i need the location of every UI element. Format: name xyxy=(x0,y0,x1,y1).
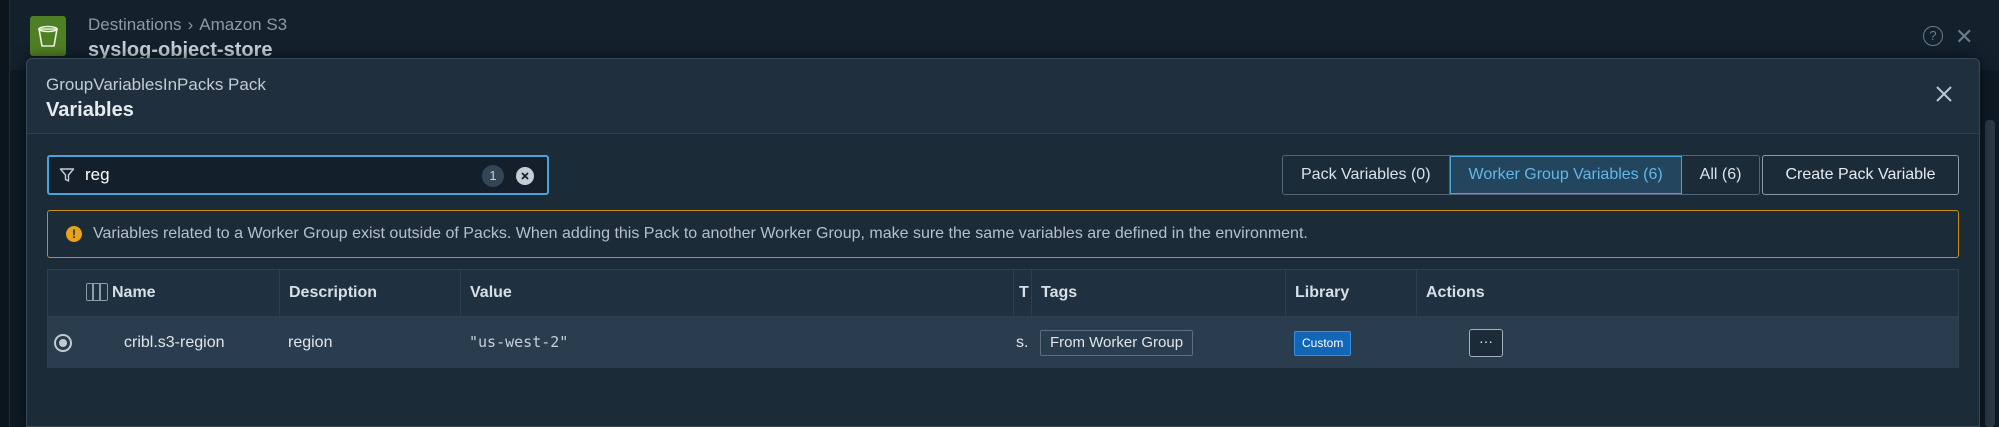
help-icon[interactable]: ? xyxy=(1923,26,1943,46)
clear-search-icon[interactable] xyxy=(516,167,534,185)
table-header: Name Description Value T Tags Library Ac… xyxy=(48,270,1958,317)
library-badge: Custom xyxy=(1294,331,1352,356)
table-row[interactable]: cribl.s3-region region "us-west-2" s. Fr… xyxy=(48,317,1958,368)
variables-table: Name Description Value T Tags Library Ac… xyxy=(47,269,1959,368)
breadcrumb-separator: › xyxy=(187,15,194,34)
match-count-badge: 1 xyxy=(482,165,504,187)
warning-banner: ! Variables related to a Worker Group ex… xyxy=(47,210,1959,258)
row-select-radio[interactable] xyxy=(54,334,72,352)
column-header-actions: Actions xyxy=(1416,270,1958,316)
search-filter: 1 xyxy=(47,155,549,195)
warning-text: Variables related to a Worker Group exis… xyxy=(93,225,1308,242)
background-sidebar xyxy=(0,0,10,427)
filter-icon xyxy=(59,167,75,188)
cell-value: "us-west-2" xyxy=(469,333,569,351)
modal-title: Variables xyxy=(46,99,134,121)
cell-description: region xyxy=(288,334,333,351)
variables-modal: GroupVariablesInPacks Pack Variables 1 P… xyxy=(26,58,1980,427)
create-pack-variable-button[interactable]: Create Pack Variable xyxy=(1762,155,1959,195)
breadcrumb-destinations[interactable]: Destinations xyxy=(88,15,182,34)
filter-worker-group-variables[interactable]: Worker Group Variables (6) xyxy=(1449,156,1682,194)
breadcrumb: Destinations › Amazon S3 xyxy=(88,15,287,35)
column-header-description[interactable]: Description xyxy=(279,270,460,316)
search-input[interactable] xyxy=(85,163,485,187)
variable-scope-filter: Pack Variables (0) Worker Group Variable… xyxy=(1282,155,1761,195)
column-header-library[interactable]: Library xyxy=(1285,270,1416,316)
page-close-icon[interactable]: ✕ xyxy=(1955,24,1973,50)
column-header-name[interactable]: Name xyxy=(103,270,279,316)
warning-icon: ! xyxy=(66,226,82,242)
modal-header: GroupVariablesInPacks Pack Variables xyxy=(27,59,1979,134)
cell-type: s. xyxy=(1016,334,1029,351)
column-header-value[interactable]: Value xyxy=(460,270,1013,316)
modal-close-icon[interactable] xyxy=(1931,81,1957,107)
column-header-type[interactable]: T xyxy=(1013,270,1031,316)
cell-name: cribl.s3-region xyxy=(124,334,225,351)
column-header-tags[interactable]: Tags xyxy=(1031,270,1285,316)
tag-chip: From Worker Group xyxy=(1040,330,1194,356)
breadcrumb-amazon-s3[interactable]: Amazon S3 xyxy=(199,15,287,34)
filter-all[interactable]: All (6) xyxy=(1681,156,1760,194)
row-actions-button[interactable]: ··· xyxy=(1469,329,1503,357)
modal-subtitle: GroupVariablesInPacks Pack xyxy=(46,75,266,94)
filter-pack-variables[interactable]: Pack Variables (0) xyxy=(1283,156,1450,194)
page-scrollbar[interactable] xyxy=(1985,120,1995,427)
s3-bucket-icon xyxy=(30,16,66,56)
